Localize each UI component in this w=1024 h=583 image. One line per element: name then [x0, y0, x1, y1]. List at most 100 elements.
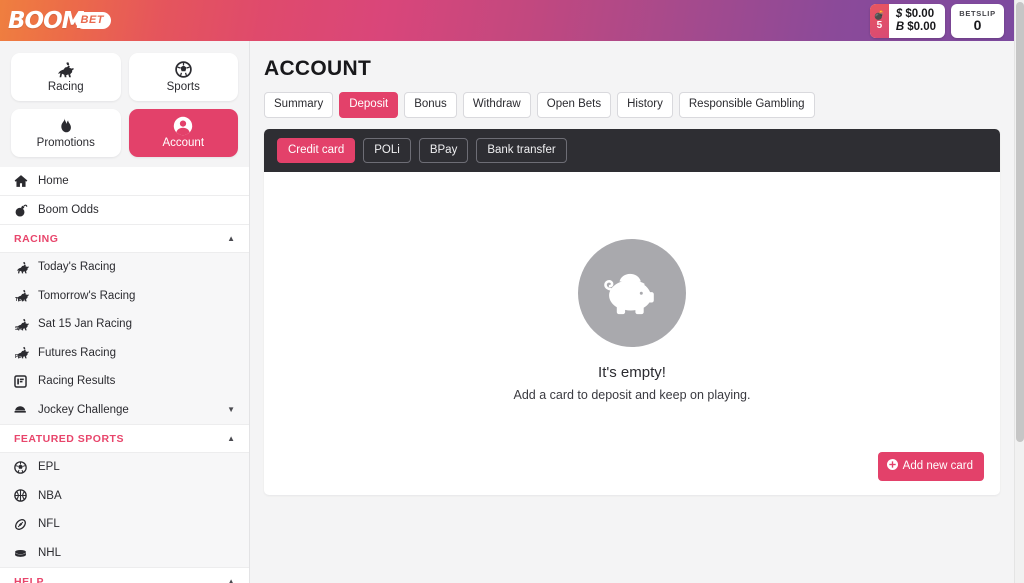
- sidebar-section-featured-sports[interactable]: FEATURED SPORTS▲: [0, 425, 249, 453]
- quick-tile-account[interactable]: Account: [129, 109, 239, 157]
- balance-widget[interactable]: 💣 5 $ $0.00 B $0.00: [870, 4, 945, 38]
- soccer-ball-icon: [175, 61, 192, 78]
- add-card-area: Add new card: [878, 452, 984, 481]
- jockey-helmet-icon: [14, 403, 38, 416]
- horse-racing-icon: [14, 261, 38, 274]
- day-tag: SAT: [15, 326, 24, 332]
- bonus-balance-value: $0.00: [907, 21, 936, 34]
- payment-method-tabs: Credit card POLi BPay Bank transfer: [264, 129, 1000, 173]
- sidebar-item-label: Today's Racing: [38, 261, 116, 273]
- sidebar: RacingSports Promotions Account Home Boom O…: [0, 41, 250, 583]
- tab-open-bets[interactable]: Open Bets: [537, 92, 611, 118]
- horse-racing-icon: FUT: [14, 346, 38, 359]
- sidebar-section-help[interactable]: HELP ▲: [0, 568, 249, 583]
- deposit-panel: Credit card POLi BPay Bank transfer It's em…: [264, 129, 1000, 495]
- home-icon: [14, 174, 38, 188]
- sidebar-item-label: Home: [38, 175, 69, 187]
- chevron-up-icon: ▲: [227, 234, 235, 243]
- sidebar-subsection: EPL NBA NFL NHL: [0, 453, 249, 568]
- payment-method-bpay[interactable]: BPay: [419, 138, 469, 164]
- quick-tile-sports[interactable]: Sports: [129, 53, 239, 101]
- sidebar-subsection: Today's Racing TOM Tomorrow's Racing SAT Sat…: [0, 253, 249, 425]
- sidebar-item-tomorrow-s-racing[interactable]: TOM Tomorrow's Racing: [0, 282, 249, 311]
- sidebar-item-label: EPL: [38, 461, 60, 473]
- sidebar-item-label: NFL: [38, 518, 60, 530]
- bomb-icon: [14, 203, 38, 217]
- sidebar-item-today-s-racing[interactable]: Today's Racing: [0, 253, 249, 282]
- sidebar-item-label: Jockey Challenge: [38, 404, 129, 416]
- payment-method-bank-transfer[interactable]: Bank transfer: [476, 138, 566, 164]
- balance-values: $ $0.00 B $0.00: [889, 4, 945, 38]
- tab-bonus[interactable]: Bonus: [404, 92, 457, 118]
- sidebar-menu: Home Boom Odds RACING ▲ Today's Racing TOM Tom…: [0, 167, 249, 583]
- sidebar-item-label: Tomorrow's Racing: [38, 290, 135, 302]
- sidebar-item-nhl[interactable]: NHL: [0, 539, 249, 568]
- sidebar-section-title: HELP: [14, 576, 44, 583]
- bonus-symbol: B: [896, 21, 904, 34]
- bonus-balance-row: B $0.00: [896, 21, 936, 34]
- empty-state: It's empty! Add a card to deposit and ke…: [514, 239, 751, 402]
- football-icon: [14, 518, 38, 531]
- chevron-down-icon: ▼: [227, 405, 235, 414]
- horse-racing-icon: TOM: [14, 289, 38, 302]
- user-circle-icon: [173, 117, 193, 134]
- plus-circle-icon: [887, 459, 898, 474]
- empty-state-title: It's empty!: [598, 364, 666, 381]
- horse-racing-icon: [55, 61, 76, 78]
- betslip-widget[interactable]: BETSLIP 0: [951, 4, 1004, 38]
- panel-body: It's empty! Add a card to deposit and ke…: [264, 172, 1000, 495]
- tab-summary[interactable]: Summary: [264, 92, 333, 118]
- logo-boom-text: BOOM: [8, 8, 84, 34]
- betslip-count: 0: [974, 18, 982, 33]
- sidebar-item-epl[interactable]: EPL: [0, 453, 249, 482]
- sidebar-item-nba[interactable]: NBA: [0, 482, 249, 511]
- sidebar-section-title: RACING: [14, 233, 58, 245]
- payment-method-credit-card[interactable]: Credit card: [277, 138, 355, 164]
- top-header-bar: BOOM BET 💣 5 $ $0.00 B $0.00 BETSLIP 0: [0, 0, 1014, 41]
- add-new-card-label: Add new card: [903, 461, 973, 473]
- cash-balance-row: $ $0.00: [896, 8, 936, 21]
- quick-tile-promotions[interactable]: Promotions: [11, 109, 121, 157]
- results-list-icon: [14, 375, 38, 388]
- sidebar-item-futures-racing[interactable]: FUTFutures Racing: [0, 339, 249, 368]
- flame-icon: [57, 117, 74, 134]
- sidebar-item-label: Futures Racing: [38, 347, 116, 359]
- quick-tile-racing[interactable]: Racing: [11, 53, 121, 101]
- chevron-up-icon: ▲: [227, 434, 235, 443]
- sidebar-item-label: Sat 15 Jan Racing: [38, 318, 132, 330]
- sidebar-item-label: NBA: [38, 490, 62, 502]
- boombet-logo[interactable]: BOOM BET: [8, 6, 111, 36]
- piggy-bank-icon: [578, 239, 686, 347]
- tab-deposit[interactable]: Deposit: [339, 92, 398, 118]
- logo-bet-pill: BET: [75, 12, 112, 29]
- header-right-group: 💣 5 $ $0.00 B $0.00 BETSLIP 0: [870, 4, 1004, 38]
- tab-responsible-gambling[interactable]: Responsible Gambling: [679, 92, 815, 118]
- page-title: ACCOUNT: [264, 57, 1000, 81]
- day-tag: TOM: [15, 297, 25, 303]
- page-scrollbar[interactable]: [1014, 0, 1024, 583]
- sidebar-item-racing-results[interactable]: Racing Results: [0, 367, 249, 396]
- sidebar-item-home[interactable]: Home: [0, 167, 249, 196]
- sidebar-item-nfl[interactable]: NFL: [0, 510, 249, 539]
- empty-state-subtitle: Add a card to deposit and keep on playin…: [514, 388, 751, 402]
- scrollbar-thumb[interactable]: [1016, 2, 1024, 442]
- sidebar-item-jockey-challenge[interactable]: Jockey Challenge ▼: [0, 396, 249, 425]
- horse-racing-icon: SAT: [14, 318, 38, 331]
- payment-method-poli[interactable]: POLi: [363, 138, 411, 164]
- cash-balance-value: $0.00: [905, 8, 934, 21]
- tab-withdraw[interactable]: Withdraw: [463, 92, 531, 118]
- chevron-up-icon: ▲: [227, 577, 235, 583]
- quick-nav-tiles: RacingSports Promotions Account: [0, 41, 249, 167]
- main-content: ACCOUNT SummaryDepositBonusWithdrawOpen …: [250, 41, 1014, 583]
- sidebar-item-label: Racing Results: [38, 375, 115, 387]
- tab-history[interactable]: History: [617, 92, 673, 118]
- quick-tile-label: Promotions: [37, 137, 95, 149]
- boom-odds-badge[interactable]: 💣 5: [870, 4, 889, 38]
- basketball-icon: [14, 489, 38, 502]
- quick-tile-label: Account: [162, 137, 204, 149]
- sidebar-section-racing[interactable]: RACING ▲: [0, 225, 249, 253]
- sidebar-item-label: Boom Odds: [38, 204, 99, 216]
- sidebar-item-sat-15-jan-racing[interactable]: SAT Sat 15 Jan Racing: [0, 310, 249, 339]
- add-new-card-button[interactable]: Add new card: [878, 452, 984, 481]
- sidebar-item-boom-odds[interactable]: Boom Odds: [0, 196, 249, 225]
